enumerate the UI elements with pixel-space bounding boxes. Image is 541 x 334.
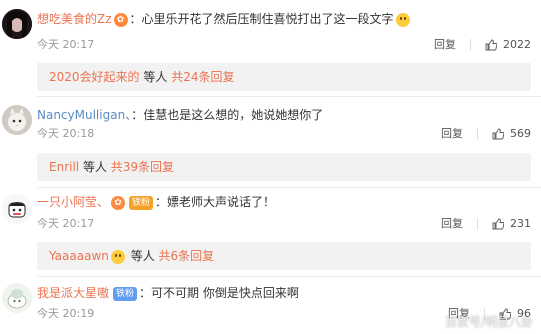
comment-text: 心里乐开花了然后压制住喜悦打出了这一段文字 — [141, 12, 394, 26]
reply-count-link[interactable]: 共6条回复 — [159, 249, 215, 263]
comment-divider — [37, 187, 541, 188]
reply-button[interactable]: 回复 — [434, 37, 456, 53]
username-link[interactable]: 想吃美食的Zz — [37, 12, 112, 26]
reply-summary[interactable]: Yaaaaawn 等人 共6条回复 — [37, 242, 531, 270]
fans-badge: 铁粉 — [113, 286, 138, 301]
reply-count-link[interactable]: 共24条回复 — [171, 70, 234, 84]
username-link[interactable]: NancyMulligan、 — [37, 108, 131, 122]
cartoon-avatar-icon — [2, 283, 32, 313]
reply-user-link[interactable]: Enrill — [49, 160, 79, 174]
watermark: 百家号/明星八卦 — [444, 315, 533, 329]
comment-divider — [37, 96, 541, 97]
cat-emoji-icon — [395, 12, 410, 27]
action-divider — [470, 39, 471, 51]
avatar[interactable] — [2, 194, 32, 224]
reply-summary[interactable]: 2020会好起来的 等人 共24条回复 — [37, 63, 531, 91]
separator: ： — [129, 12, 142, 26]
like-count: 231 — [510, 217, 531, 230]
reply-summary[interactable]: Enrill 等人 共39条回复 — [37, 153, 531, 181]
vip-icon: ✿ — [113, 12, 128, 27]
reply-mid-text: 等人 — [139, 70, 172, 84]
fans-badge: 铁粉 — [129, 195, 154, 210]
avatar[interactable] — [2, 105, 32, 135]
comment-line: 我是派大星嗷 铁粉 ：可不可期 你倒是快点回来啊 — [37, 284, 299, 302]
comment-actions: 回复 231 — [441, 216, 531, 232]
comment-divider — [37, 276, 541, 277]
separator: ： — [155, 195, 168, 209]
action-divider — [477, 218, 478, 230]
reply-button[interactable]: 回复 — [441, 216, 463, 232]
comment-line: 一只小阿莹、 ✿ 铁粉 ：嫖老师大声说话了！ — [37, 193, 275, 211]
avatar-emoji-icon — [110, 249, 125, 264]
comment-text: 佳慧也是这么想的，她说她想你了 — [143, 108, 324, 122]
cat-avatar-icon — [2, 105, 32, 135]
separator: ： — [139, 286, 152, 300]
comment-text: 嫖老师大声说话了！ — [167, 195, 276, 209]
like-icon[interactable] — [492, 218, 504, 230]
action-divider — [477, 128, 478, 140]
cartoon-avatar-icon — [2, 194, 32, 224]
like-count: 569 — [510, 127, 531, 140]
reply-user-link[interactable]: 2020会好起来的 — [49, 70, 140, 84]
like-count: 2022 — [503, 38, 531, 51]
reply-button[interactable]: 回复 — [441, 126, 463, 142]
comment-time: 今天 20:17 — [37, 217, 95, 230]
avatar[interactable] — [2, 9, 32, 39]
username-link[interactable]: 我是派大星嗷 — [37, 286, 109, 300]
avatar-image-icon — [2, 9, 32, 39]
vip-icon: ✿ — [111, 195, 126, 210]
separator: ： — [131, 108, 144, 122]
comment-time: 今天 20:19 — [37, 307, 95, 320]
avatar[interactable] — [2, 283, 32, 313]
comment-text: 可不可期 你倒是快点回来啊 — [151, 286, 299, 300]
comment-time: 今天 20:18 — [37, 127, 95, 140]
reply-count-link[interactable]: 共39条回复 — [111, 160, 174, 174]
reply-user-link[interactable]: Yaaaaawn — [49, 249, 109, 263]
like-icon[interactable] — [492, 128, 504, 140]
comment-line: NancyMulligan、：佳慧也是这么想的，她说她想你了 — [37, 106, 323, 124]
like-icon[interactable] — [485, 39, 497, 51]
comment-actions: 回复 569 — [441, 126, 531, 142]
reply-mid-text: 等人 — [126, 249, 159, 263]
comment-time: 今天 20:17 — [37, 38, 95, 51]
username-link[interactable]: 一只小阿莹、 — [37, 195, 109, 209]
reply-mid-text: 等人 — [79, 160, 111, 174]
comment-line: 想吃美食的Zz ✿ ：心里乐开花了然后压制住喜悦打出了这一段文字 — [37, 10, 410, 28]
comment-actions: 回复 2022 — [434, 37, 531, 53]
